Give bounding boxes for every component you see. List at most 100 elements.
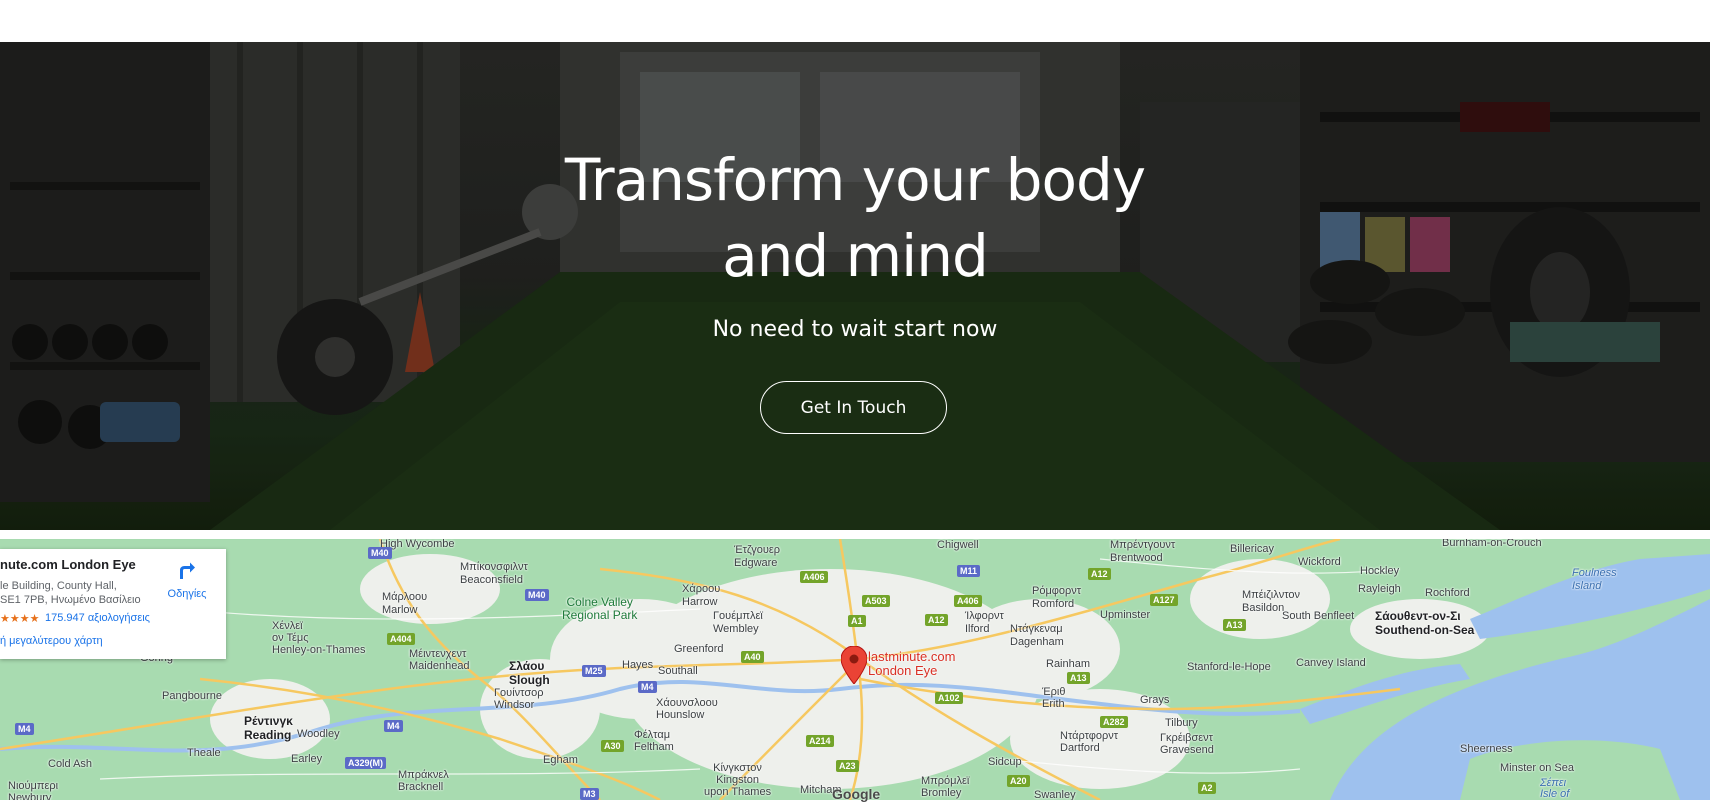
map-label-hounslow: Χάουνσλοου Hounslow bbox=[656, 697, 718, 721]
map-label-sidcup: Sidcup bbox=[988, 756, 1022, 768]
hero-title: Transform your body and mind bbox=[0, 142, 1710, 294]
road-badge-m11: M11 bbox=[957, 565, 981, 577]
map-label-southend: Σάουθεντ-ον-Σι Southend-on-Sea bbox=[1375, 609, 1475, 637]
map-label-wickford: Wickford bbox=[1298, 556, 1341, 568]
road-badge-a503: A503 bbox=[862, 595, 890, 607]
map-label-rochford: Rochford bbox=[1425, 587, 1470, 599]
map-label-kingston: Κίνγκστον Kingston upon Thames bbox=[704, 762, 772, 798]
map-label-sheerness: Sheerness bbox=[1460, 743, 1513, 755]
road-badge-a40: A40 bbox=[741, 651, 764, 663]
road-badge-m4: M4 bbox=[15, 723, 34, 735]
map-label-beaconsfield: Μπίκονσφιλντ Beaconsfield bbox=[460, 561, 528, 586]
map-label-swanley: Swanley bbox=[1034, 789, 1076, 800]
map-label-grays: Grays bbox=[1140, 694, 1170, 706]
map-label-tilbury: Tilbury bbox=[1165, 717, 1198, 729]
map-marker-label-line-1: lastminute.com bbox=[868, 649, 956, 664]
map-label-gravesend: Γκρέιβσεντ Gravesend bbox=[1160, 732, 1214, 756]
hero-content: Transform your body and mind No need to … bbox=[0, 42, 1710, 530]
map-label-greenford: Greenford bbox=[674, 643, 724, 655]
road-badge-m40: M40 bbox=[368, 547, 392, 559]
map-label-rainham: Rainham bbox=[1046, 658, 1091, 670]
map-marker-label[interactable]: lastminute.com London Eye bbox=[868, 650, 955, 678]
road-badge-a13: A13 bbox=[1067, 672, 1090, 684]
road-badge-a127: A127 bbox=[1150, 594, 1178, 606]
place-address-line-1: le Building, County Hall, bbox=[0, 580, 117, 592]
map-label-hayes: Hayes bbox=[622, 659, 654, 671]
map-label-henley: Χένλεϊ ον Τέμς Henley-on-Thames bbox=[272, 620, 366, 656]
map-marker-label-line-2: London Eye bbox=[868, 663, 938, 678]
map-label-newbury: Νιούμπερι Newbury bbox=[8, 780, 59, 800]
road-badge-a20: A20 bbox=[1007, 775, 1030, 787]
view-larger-map-link[interactable]: ή μεγαλύτερου χάρτη bbox=[0, 635, 103, 647]
map-label-cold-ash: Cold Ash bbox=[48, 758, 93, 770]
road-badge-m40: M40 bbox=[525, 589, 549, 601]
road-badge-a214: A214 bbox=[806, 735, 834, 747]
road-badge-a102: A102 bbox=[935, 692, 963, 704]
map-place-card: nute.com London Eye le Building, County … bbox=[0, 549, 226, 659]
map-label-pangbourne: Pangbourne bbox=[162, 690, 222, 702]
map-label-brentwood: Μπρέντγουντ Brentwood bbox=[1110, 539, 1176, 564]
road-badge-a406: A406 bbox=[954, 595, 982, 607]
map-label-stanford: Stanford-le-Hope bbox=[1187, 661, 1271, 673]
road-badge-a2: A2 bbox=[1198, 782, 1216, 794]
road-badge-a406: A406 bbox=[800, 571, 828, 583]
map-label-burnham: Burnham-on-Crouch bbox=[1442, 539, 1542, 549]
map-label-billericay: Billericay bbox=[1230, 543, 1275, 555]
map-label-windsor: Γουίντσορ Windsor bbox=[494, 687, 544, 711]
map-label-egham: Egham bbox=[543, 754, 578, 766]
map-label-dartford: Ντάρτφορντ Dartford bbox=[1060, 730, 1119, 754]
road-badge-a282: A282 bbox=[1100, 716, 1128, 728]
hero-section: Transform your body and mind No need to … bbox=[0, 42, 1710, 530]
map-label-reading: Ρέντινγκ Reading bbox=[244, 714, 293, 742]
hero-title-line-1: Transform your body bbox=[564, 146, 1146, 214]
map-label-dagenham: Ντάγκεναμ Dagenham bbox=[1010, 623, 1064, 648]
map-label-erith: Έριθ Erith bbox=[1042, 686, 1066, 710]
map-label-earley: Earley bbox=[291, 753, 323, 765]
map-label-chigwell: Chigwell bbox=[937, 539, 979, 551]
road-badge-a404: A404 bbox=[387, 633, 415, 645]
map-marker-pin-icon[interactable] bbox=[841, 646, 867, 684]
road-badge-a329m: A329(M) bbox=[345, 757, 387, 769]
place-reviews-link[interactable]: 175.947 αξιολογήσεις bbox=[45, 612, 150, 624]
road-badge-a12: A12 bbox=[925, 614, 948, 626]
map-label-woodley: Woodley bbox=[297, 728, 340, 740]
top-bar bbox=[0, 0, 1710, 42]
map-label-bromley: Μπρόμλεϊ Bromley bbox=[921, 775, 970, 799]
map-label-marlow: Μάρλοου Marlow bbox=[382, 591, 428, 616]
map-label-wembley: Γουέμπλεϊ Wembley bbox=[713, 610, 763, 635]
map-label-slough: Σλάου Slough bbox=[509, 659, 550, 687]
map-label-theale: Theale bbox=[187, 747, 221, 759]
place-address: le Building, County Hall, SE1 7PB, Ηνωμέ… bbox=[0, 579, 141, 607]
road-badge-a23: A23 bbox=[836, 760, 859, 772]
road-badge-m3: M3 bbox=[580, 788, 599, 800]
place-rating-stars: ★★★★ bbox=[0, 613, 40, 625]
map-label-southall: Southall bbox=[658, 665, 698, 677]
map-label-sheppey: Σέπει Isle of bbox=[1540, 777, 1570, 800]
get-in-touch-button[interactable]: Get In Touch bbox=[760, 381, 947, 434]
road-badge-a30: A30 bbox=[601, 740, 624, 752]
place-name: nute.com London Eye bbox=[0, 557, 136, 572]
hero-title-line-2: and mind bbox=[722, 222, 989, 290]
directions-button[interactable]: Οδηγίες bbox=[160, 559, 214, 600]
place-address-line-2: SE1 7PB, Ηνωμένο Βασίλειο bbox=[0, 594, 141, 606]
road-badge-a12: A12 bbox=[1088, 568, 1111, 580]
map-label-minster: Minster on Sea bbox=[1500, 762, 1574, 774]
map-label-canvey: Canvey Island bbox=[1296, 657, 1366, 669]
map-label-ilford: Ίλφορντ Ilford bbox=[965, 610, 1004, 635]
road-badge-m4: M4 bbox=[638, 681, 657, 693]
hero-subtitle: No need to wait start now bbox=[712, 317, 998, 342]
map-label-bracknell: Μπράκνελ Bracknell bbox=[398, 769, 449, 793]
map-label-foulness: Foulness Island bbox=[1572, 567, 1617, 592]
map-label-hockley: Hockley bbox=[1360, 565, 1400, 577]
road-badge-a13: A13 bbox=[1223, 619, 1246, 631]
directions-label: Οδηγίες bbox=[167, 588, 207, 600]
map-label-edgware: Έτζγουερ Edgware bbox=[734, 544, 780, 569]
map-label-colne-valley: Colne Valley Regional Park bbox=[562, 595, 638, 622]
road-badge-a1: A1 bbox=[848, 615, 866, 627]
map-label-feltham: Φέλταμ Feltham bbox=[634, 729, 674, 753]
directions-icon bbox=[180, 562, 195, 579]
road-badge-m4: M4 bbox=[384, 720, 403, 732]
map-label-rayleigh: Rayleigh bbox=[1358, 583, 1401, 595]
road-badge-m25: M25 bbox=[582, 665, 606, 677]
map-label-romford: Ρόμφορντ Romford bbox=[1032, 585, 1082, 610]
